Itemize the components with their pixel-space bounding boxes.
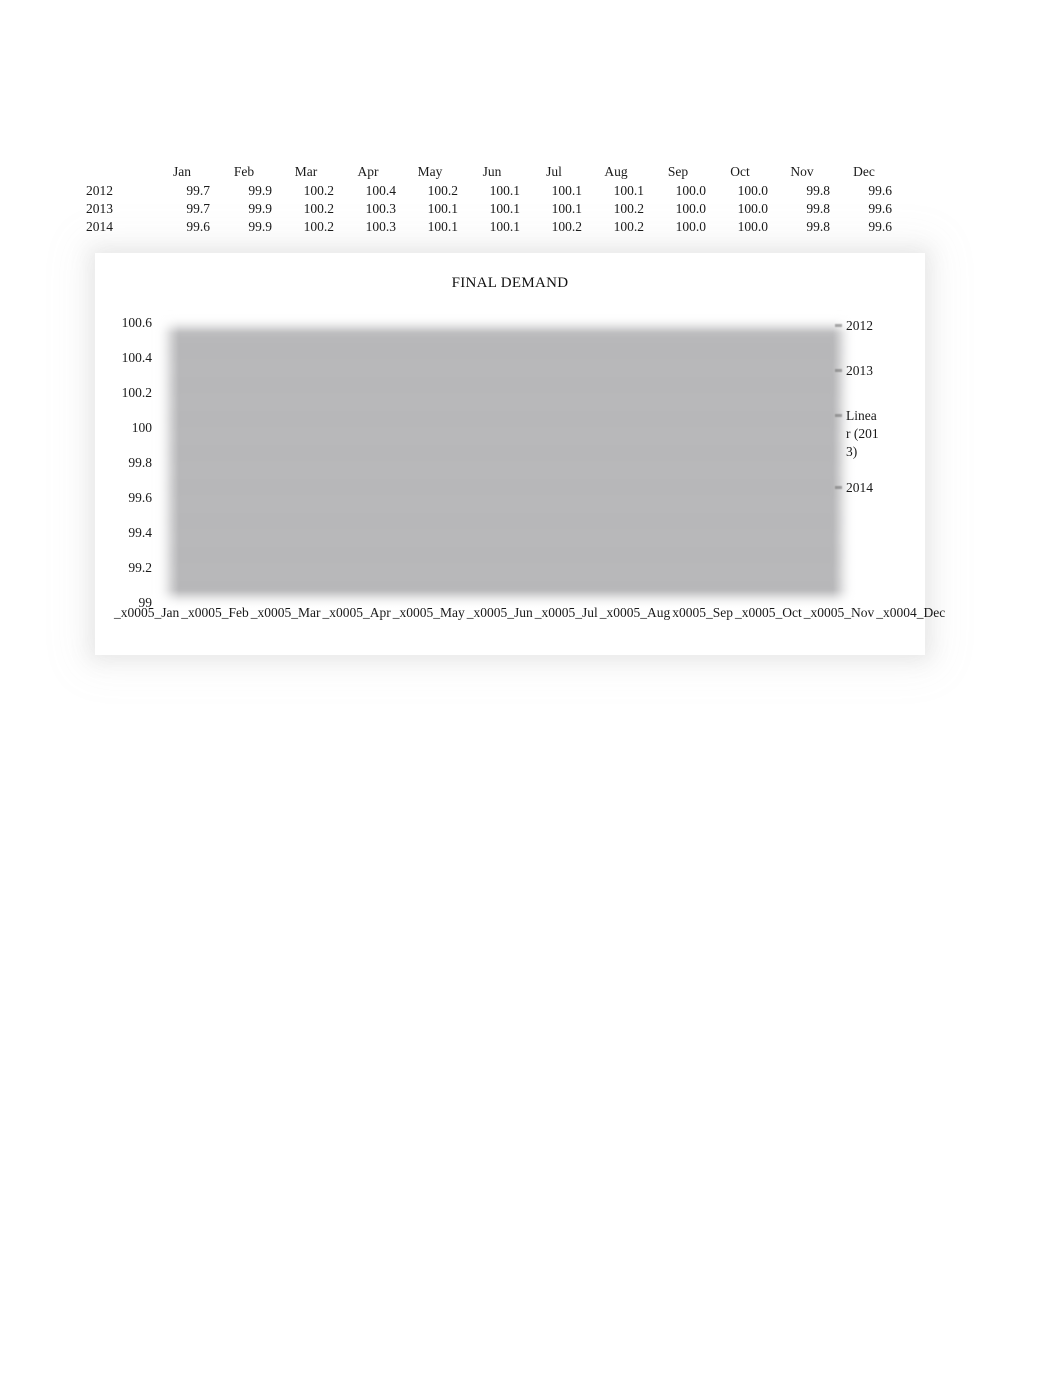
column-header-sep: Sep [667, 164, 689, 179]
row-header-year: 2014 [86, 219, 113, 234]
column-header-aug: Aug [604, 164, 628, 179]
table-cell: 100.1 [613, 183, 644, 198]
table-cell: 99.9 [248, 201, 272, 216]
table-cell: 100.1 [489, 183, 520, 198]
table-cell: 100.1 [551, 201, 582, 216]
table-cell: 100.0 [737, 219, 768, 234]
column-header-mar: Mar [294, 164, 318, 179]
chart-blur-overlay [165, 325, 845, 600]
y-axis-tick: 100.6 [121, 315, 152, 330]
table-cell: 99.8 [806, 201, 830, 216]
chart-plot-area [153, 311, 859, 610]
legend-swatch-icon [835, 486, 842, 489]
y-axis-tick: 99.4 [128, 525, 152, 540]
table-cell: 99.8 [806, 219, 830, 234]
table-row: 2014 99.6 99.9 100.2 100.3 100.1 100.1 1… [86, 218, 898, 236]
x-axis-tick: _x0005_Jun [466, 605, 533, 620]
table-cell: 99.9 [248, 183, 272, 198]
table-cell: 100.2 [613, 201, 644, 216]
table-cell: 100.0 [675, 201, 706, 216]
column-header-feb: Feb [233, 164, 255, 179]
table-header-row: Jan Feb Mar Apr May Jun Jul Aug Sep Oct … [86, 163, 898, 182]
x-axis-tick: _x0005_Feb [181, 605, 249, 620]
chart-y-axis: 100.6 100.4 100.2 100 99.8 99.6 99.4 99.… [90, 316, 152, 610]
column-header-jan: Jan [173, 164, 191, 179]
legend-label: 2013 [846, 363, 873, 378]
table-cell: 100.2 [303, 201, 334, 216]
legend-label: 2014 [846, 480, 873, 495]
table-cell: 99.6 [868, 201, 892, 216]
final-demand-data-table: Jan Feb Mar Apr May Jun Jul Aug Sep Oct … [86, 163, 898, 236]
table-cell: 100.1 [489, 201, 520, 216]
column-header-jul: Jul [546, 164, 562, 179]
x-axis-tick: _x0005_Jan [114, 605, 180, 620]
table-cell: 99.7 [186, 201, 210, 216]
table-cell: 100.1 [427, 201, 458, 216]
column-header-nov: Nov [790, 164, 814, 179]
legend-swatch-icon [835, 369, 842, 372]
legend-label: 2012 [846, 318, 873, 333]
legend-swatch-icon [835, 414, 842, 417]
y-axis-tick: 99.2 [128, 560, 152, 575]
y-axis-tick: 99.6 [128, 490, 152, 505]
x-axis-tick: _x0005_Mar [250, 605, 321, 620]
table-cell: 99.9 [248, 219, 272, 234]
table-cell: 99.6 [868, 219, 892, 234]
table-cell: 100.4 [365, 183, 396, 198]
chart-x-axis: _x0005_Jan _x0005_Feb _x0005_Mar _x0005_Apr… [113, 604, 945, 622]
table-row: 2012 99.7 99.9 100.2 100.4 100.2 100.1 1… [86, 182, 898, 200]
x-axis-tick: _x0005_May [392, 605, 465, 620]
table-cell: 100.0 [675, 183, 706, 198]
table-cell: 100.3 [365, 201, 396, 216]
table-cell: 99.6 [186, 219, 210, 234]
table-cell: 100.2 [303, 183, 334, 198]
column-header-oct: Oct [730, 164, 750, 179]
chart-card[interactable]: FINAL DEMAND 100.6 100.4 100.2 100 99.8 … [95, 253, 945, 655]
table-cell: 100.3 [365, 219, 396, 234]
x-axis-tick: x0005_Sep [672, 605, 734, 620]
y-axis-tick: 99.8 [128, 455, 152, 470]
column-header-jun: Jun [482, 164, 502, 179]
legend-item-linear-2013[interactable]: Linear (2013) [835, 407, 925, 461]
table-cell: 100.2 [427, 183, 458, 198]
x-axis-tick: _x0005_Oct [735, 605, 802, 620]
legend-item-2013[interactable]: 2013 [835, 362, 925, 380]
x-axis-tick: _x0004_Dec [876, 605, 946, 620]
table-row: 2013 99.7 99.9 100.2 100.3 100.1 100.1 1… [86, 200, 898, 218]
chart-title: FINAL DEMAND [451, 275, 569, 291]
table-cell: 99.7 [186, 183, 210, 198]
x-axis-tick: _x0005_Nov [803, 605, 875, 620]
y-axis-tick: 100.2 [121, 385, 152, 400]
table-cell: 100.2 [303, 219, 334, 234]
table-cell: 100.2 [613, 219, 644, 234]
y-axis-tick: 100.4 [121, 350, 152, 365]
legend-swatch-icon [835, 324, 842, 327]
table-cell: 100.0 [737, 183, 768, 198]
table-cell: 100.0 [737, 201, 768, 216]
legend-item-2014[interactable]: 2014 [835, 479, 925, 497]
row-header-year: 2013 [86, 201, 113, 216]
table-cell: 99.8 [806, 183, 830, 198]
table-cell: 100.2 [551, 219, 582, 234]
table-cell: 100.1 [427, 219, 458, 234]
x-axis-tick: _x0005_Apr [322, 605, 391, 620]
column-header-dec: Dec [853, 164, 875, 179]
column-header-may: May [417, 164, 443, 179]
table-cell: 100.1 [489, 219, 520, 234]
table-cell: 100.0 [675, 219, 706, 234]
table-cell: 100.1 [551, 183, 582, 198]
row-header-year: 2012 [86, 183, 113, 198]
column-header-apr: Apr [357, 164, 379, 179]
table-corner-cell [86, 163, 154, 182]
legend-item-2012[interactable]: 2012 [835, 317, 925, 335]
table-cell: 99.6 [868, 183, 892, 198]
y-axis-tick: 100 [131, 420, 152, 435]
x-axis-tick: _x0005_Aug [599, 605, 671, 620]
x-axis-tick: _x0005_Jul [534, 605, 598, 620]
legend-label: Linear (2013) [846, 408, 879, 459]
